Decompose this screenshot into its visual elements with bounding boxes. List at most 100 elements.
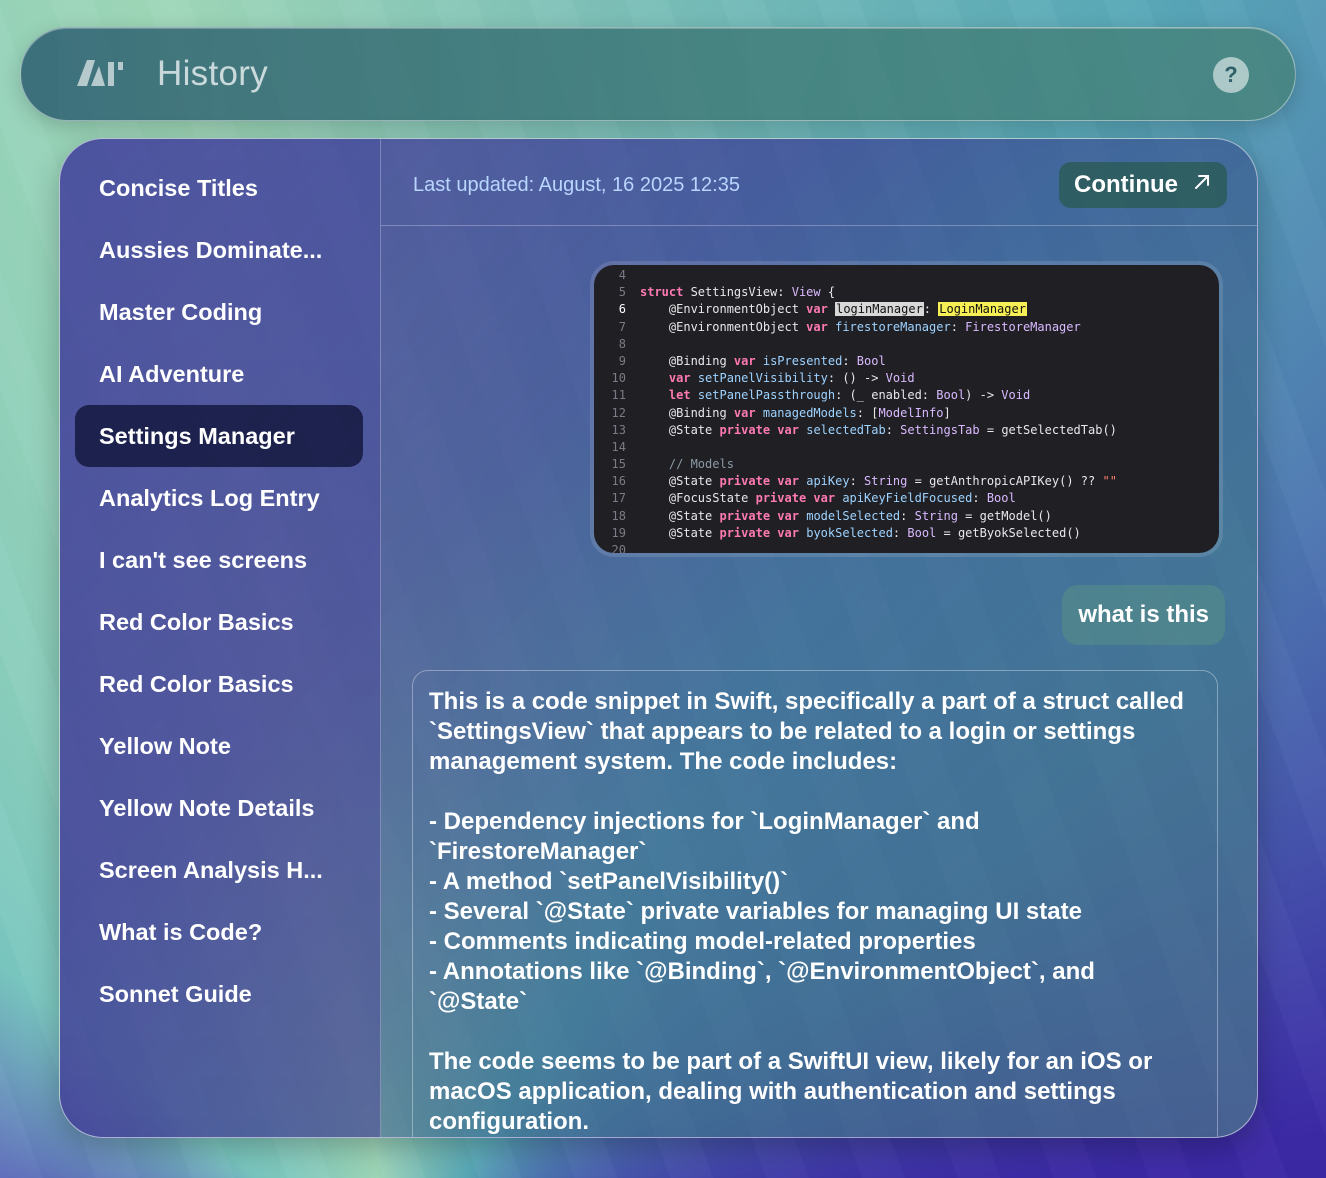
continue-button[interactable]: Continue bbox=[1059, 162, 1227, 208]
line-number: 13 bbox=[611, 422, 626, 437]
last-updated-text: Last updated: August, 16 2025 12:35 bbox=[413, 174, 740, 196]
sidebar-item-label: I can't see screens bbox=[99, 546, 308, 573]
response-line: configuration. bbox=[429, 1108, 589, 1135]
code-text: @EnvironmentObject var firestoreManager:… bbox=[640, 319, 1081, 334]
code-line: 4 bbox=[594, 267, 1219, 284]
assistant-response: This is a code snippet in Swift, specifi… bbox=[412, 670, 1218, 1137]
code-text: @State private var byokSelected: Bool = … bbox=[640, 525, 1081, 540]
response-line: - Annotations like `@Binding`, `@Environ… bbox=[429, 958, 1095, 985]
sidebar-item[interactable]: Life's Essence bbox=[75, 139, 363, 157]
sidebar-item[interactable]: What is Code? bbox=[75, 901, 363, 963]
sidebar-item-label: Analytics Log Entry bbox=[99, 484, 320, 511]
code-text: @EnvironmentObject var loginManager: Log… bbox=[640, 302, 1027, 317]
code-line: 5 struct SettingsView: View { bbox=[594, 284, 1219, 301]
sidebar-item[interactable]: Screen Analysis H... bbox=[75, 839, 363, 901]
code-line: 16 @State private var apiKey: String = g… bbox=[594, 473, 1219, 490]
app-logo-icon bbox=[77, 58, 127, 88]
code-text: let setPanelPassthrough: (_ enabled: Boo… bbox=[668, 388, 1031, 403]
line-number: 11 bbox=[611, 388, 626, 403]
code-line: 15 // Models bbox=[594, 456, 1219, 473]
line-number: 15 bbox=[611, 457, 626, 472]
code-text: @Binding var isPresented: Bool bbox=[640, 353, 886, 368]
line-number: 7 bbox=[618, 319, 626, 334]
sidebar-item[interactable]: Concise Titles bbox=[75, 157, 363, 219]
sidebar-item[interactable]: Sonnet Guide bbox=[75, 963, 363, 1025]
sidebar-item-label: Settings Manager bbox=[99, 422, 295, 449]
line-number: 10 bbox=[611, 371, 626, 386]
code-line: 11 let setPanelPassthrough: (_ enabled: … bbox=[594, 387, 1219, 404]
code-text: struct SettingsView: View { bbox=[640, 285, 836, 300]
response-line: - Comments indicating model-related prop… bbox=[429, 928, 976, 955]
sidebar-item-label: Red Color Basics bbox=[99, 670, 294, 697]
code-text: @Binding var managedModels: [ModelInfo] bbox=[640, 405, 951, 420]
code-line: 14 bbox=[594, 439, 1219, 456]
sidebar-item[interactable]: Settings Manager bbox=[75, 405, 363, 467]
sidebar-item-label: Red Color Basics bbox=[99, 608, 294, 635]
header-bar: History ? bbox=[20, 27, 1296, 121]
response-line: `SettingsView` that appears to be relate… bbox=[429, 718, 1136, 745]
sidebar-item[interactable]: I can't see screens bbox=[75, 529, 363, 591]
response-line bbox=[429, 777, 1201, 807]
response-line: This is a code snippet in Swift, specifi… bbox=[429, 688, 1184, 715]
line-number: 5 bbox=[618, 285, 626, 300]
code-line: 6 @EnvironmentObject var loginManager: L… bbox=[594, 301, 1219, 318]
response-line: management system. The code includes: bbox=[429, 748, 898, 775]
code-line: 20 bbox=[594, 542, 1219, 553]
continue-label: Continue bbox=[1074, 171, 1178, 198]
sidebar-item-label: Concise Titles bbox=[99, 174, 258, 201]
response-line bbox=[429, 1017, 1201, 1047]
line-number: 8 bbox=[618, 336, 626, 351]
line-number: 20 bbox=[611, 543, 626, 553]
response-line: `@State` bbox=[429, 988, 528, 1015]
response-line: - Dependency injections for `LoginManage… bbox=[429, 808, 980, 835]
sidebar-item-label: AI Adventure bbox=[99, 360, 245, 387]
sidebar-item[interactable]: Analytics Log Entry bbox=[75, 467, 363, 529]
code-line: 13 @State private var selectedTab: Setti… bbox=[594, 422, 1219, 439]
line-number: 18 bbox=[611, 508, 626, 523]
history-sidebar[interactable]: Quiet MomentsLife's EssenceConcise Title… bbox=[60, 139, 381, 1137]
response-line: macOS application, dealing with authenti… bbox=[429, 1078, 1116, 1105]
sidebar-item-label: Yellow Note bbox=[99, 732, 231, 759]
code-text: var setPanelVisibility: () -> Void bbox=[668, 371, 915, 386]
code-line: 8 bbox=[594, 336, 1219, 353]
conversation-header: Last updated: August, 16 2025 12:35 Cont… bbox=[381, 139, 1257, 226]
code-text: @State private var selectedTab: Settings… bbox=[640, 422, 1117, 437]
code-text: // Models bbox=[640, 457, 734, 472]
sidebar-item-label: Yellow Note Details bbox=[99, 794, 315, 821]
arrow-up-right-icon bbox=[1192, 171, 1212, 199]
help-icon: ? bbox=[1224, 62, 1238, 87]
sidebar-item-label: Screen Analysis H... bbox=[99, 856, 323, 883]
line-number: 16 bbox=[611, 474, 626, 489]
line-number: 19 bbox=[611, 525, 626, 540]
response-line: - A method `setPanelVisibility()` bbox=[429, 868, 789, 895]
code-line: 9 @Binding var isPresented: Bool bbox=[594, 353, 1219, 370]
code-line: 19 @State private var byokSelected: Bool… bbox=[594, 525, 1219, 542]
code-screenshot-attachment[interactable]: 4 5 struct SettingsView: View {6 @Environm… bbox=[594, 265, 1219, 553]
code-text: @State private var modelSelected: String… bbox=[640, 508, 1052, 523]
sidebar-item[interactable]: Aussies Dominate... bbox=[75, 219, 363, 281]
sidebar-item[interactable]: Yellow Note bbox=[75, 715, 363, 777]
sidebar-item[interactable]: Red Color Basics bbox=[75, 653, 363, 715]
code-line: 7 @EnvironmentObject var firestoreManage… bbox=[594, 319, 1219, 336]
line-number: 14 bbox=[611, 439, 626, 454]
line-number: 4 bbox=[618, 268, 626, 282]
code-text: @State private var apiKey: String = getA… bbox=[640, 474, 1117, 489]
line-number: 6 bbox=[618, 302, 626, 317]
user-message-text: what is this bbox=[1078, 601, 1209, 628]
code-text: @FocusState private var apiKeyFieldFocus… bbox=[640, 491, 1016, 506]
sidebar-item-label: Master Coding bbox=[99, 298, 263, 325]
code-line: 12 @Binding var managedModels: [ModelInf… bbox=[594, 405, 1219, 422]
code-lines: 4 5 struct SettingsView: View {6 @Environm… bbox=[594, 267, 1219, 553]
line-number: 9 bbox=[618, 353, 626, 368]
sidebar-item[interactable]: AI Adventure bbox=[75, 343, 363, 405]
sidebar-item[interactable]: Red Color Basics bbox=[75, 591, 363, 653]
sidebar-item[interactable]: Master Coding bbox=[75, 281, 363, 343]
help-button[interactable]: ? bbox=[1213, 57, 1249, 93]
code-line: 17 @FocusState private var apiKeyFieldFo… bbox=[594, 490, 1219, 507]
sidebar-item-label: What is Code? bbox=[99, 918, 263, 945]
response-line: - Several `@State` private variables for… bbox=[429, 898, 1082, 925]
history-panel: Quiet MomentsLife's EssenceConcise Title… bbox=[59, 138, 1258, 1138]
sidebar-item[interactable]: Yellow Note Details bbox=[75, 777, 363, 839]
page-title: History bbox=[157, 54, 268, 93]
line-number: 17 bbox=[611, 491, 626, 506]
